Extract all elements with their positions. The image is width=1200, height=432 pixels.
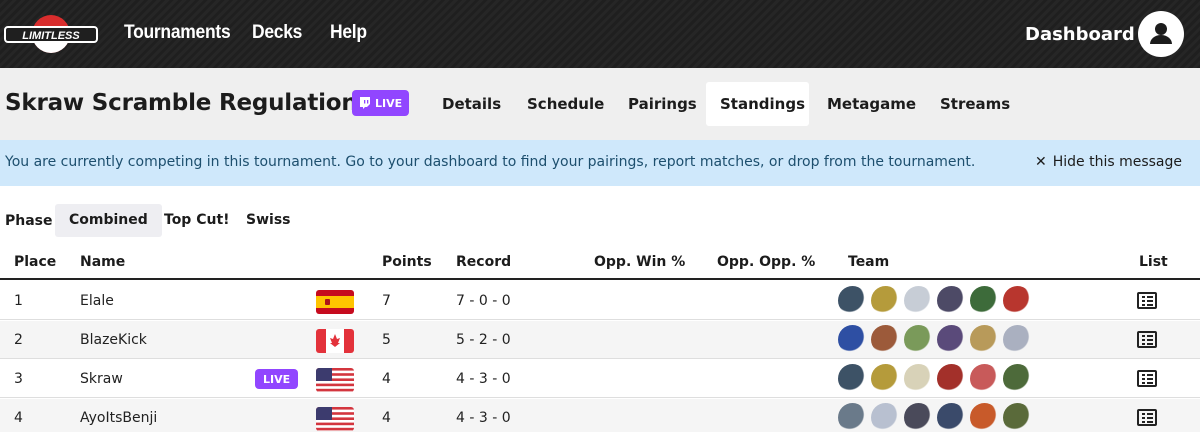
svg-text:LIMITLESS: LIMITLESS xyxy=(22,30,80,42)
close-icon: ✕ xyxy=(1034,154,1047,170)
record-cell: 4 - 3 - 0 xyxy=(456,371,511,387)
record-cell: 4 - 3 - 0 xyxy=(456,410,511,426)
tab-metagame[interactable]: Metagame xyxy=(813,82,930,126)
record-cell: 7 - 0 - 0 xyxy=(456,293,511,309)
header-name[interactable]: Name xyxy=(80,254,125,270)
pokemon-sprite-icon xyxy=(970,286,999,315)
user-icon xyxy=(1150,23,1172,44)
decklist-icon[interactable] xyxy=(1137,370,1157,387)
player-name-link[interactable]: AyoItsBenji xyxy=(80,410,157,426)
phase-label: Phase xyxy=(5,213,53,229)
pokemon-sprite-icon xyxy=(838,286,867,315)
pokemon-sprite-icon xyxy=(970,325,999,354)
header-opp-opp[interactable]: Opp. Opp. % xyxy=(717,254,815,270)
pokemon-sprite-icon xyxy=(937,325,966,354)
table-row: 4 AyoItsBenji 4 4 - 3 - 0 xyxy=(0,399,1200,432)
pokemon-sprite-icon xyxy=(937,364,966,393)
pokemon-sprite-icon xyxy=(904,364,933,393)
pokemon-sprite-icon xyxy=(1003,286,1032,315)
tournament-title: Skraw Scramble Regulation I! xyxy=(5,90,385,116)
decklist-icon[interactable] xyxy=(1137,292,1157,309)
team-sprites xyxy=(838,325,1032,355)
tab-details[interactable]: Details xyxy=(428,82,515,126)
phase-topcut-button[interactable]: Top Cut! xyxy=(150,204,244,237)
player-name-link[interactable]: Skraw xyxy=(80,371,123,387)
phase-swiss-button[interactable]: Swiss xyxy=(232,204,304,237)
nav-decks[interactable]: Decks xyxy=(252,22,302,44)
header-opp-win[interactable]: Opp. Win % xyxy=(594,254,685,270)
tab-streams[interactable]: Streams xyxy=(926,82,1024,126)
limitless-logo[interactable]: LIMITLESS xyxy=(4,12,98,56)
pokemon-sprite-icon xyxy=(1003,364,1032,393)
live-stream-badge[interactable]: LIVE xyxy=(352,90,410,116)
top-navbar: LIMITLESS Tournaments Decks Help Dashboa… xyxy=(0,0,1200,68)
table-header-row: Place Name Points Record Opp. Win % Opp.… xyxy=(0,246,1200,280)
team-sprites xyxy=(838,403,1032,432)
pokemon-sprite-icon xyxy=(937,403,966,432)
user-avatar-button[interactable] xyxy=(1138,11,1184,57)
place-cell: 2 xyxy=(14,332,23,348)
pokemon-sprite-icon xyxy=(904,325,933,354)
table-row: 1 Elale 7 7 - 0 - 0 xyxy=(0,282,1200,320)
spain-flag-icon xyxy=(316,290,354,314)
player-name-link[interactable]: BlazeKick xyxy=(80,332,147,348)
pokemon-sprite-icon xyxy=(1003,403,1032,432)
table-row: 3 Skraw LIVE 4 4 - 3 - 0 xyxy=(0,360,1200,398)
nav-help[interactable]: Help xyxy=(330,22,367,44)
header-points[interactable]: Points xyxy=(382,254,432,270)
live-label: LIVE xyxy=(375,96,403,110)
team-sprites xyxy=(838,286,1032,316)
hide-message-label: Hide this message xyxy=(1052,154,1182,170)
tab-schedule[interactable]: Schedule xyxy=(513,82,618,126)
decklist-icon[interactable] xyxy=(1137,331,1157,348)
pokemon-sprite-icon xyxy=(1003,325,1032,354)
pokemon-sprite-icon xyxy=(970,403,999,432)
twitch-icon xyxy=(360,97,370,109)
dashboard-link[interactable]: Dashboard xyxy=(1025,24,1135,45)
place-cell: 4 xyxy=(14,410,23,426)
pokemon-sprite-icon xyxy=(838,325,867,354)
pokemon-sprite-icon xyxy=(838,364,867,393)
place-cell: 1 xyxy=(14,293,23,309)
header-team: Team xyxy=(848,254,890,270)
pokemon-sprite-icon xyxy=(871,364,900,393)
place-cell: 3 xyxy=(14,371,23,387)
hide-message-button[interactable]: ✕ Hide this message xyxy=(1035,154,1182,170)
alert-message: You are currently competing in this tour… xyxy=(5,154,976,170)
pokemon-sprite-icon xyxy=(871,403,900,432)
pokemon-sprite-icon xyxy=(904,286,933,315)
tab-standings[interactable]: Standings xyxy=(706,82,809,126)
nav-tournaments[interactable]: Tournaments xyxy=(124,22,231,44)
points-cell: 7 xyxy=(382,293,391,309)
record-cell: 5 - 2 - 0 xyxy=(456,332,511,348)
header-record[interactable]: Record xyxy=(456,254,511,270)
player-live-badge[interactable]: LIVE xyxy=(255,369,299,389)
pokemon-sprite-icon xyxy=(871,325,900,354)
usa-flag-icon xyxy=(316,407,354,431)
header-place[interactable]: Place xyxy=(14,254,56,270)
pokemon-sprite-icon xyxy=(838,403,867,432)
header-list: List xyxy=(1139,254,1168,270)
pokemon-sprite-icon xyxy=(937,286,966,315)
player-name-link[interactable]: Elale xyxy=(80,293,114,309)
points-cell: 4 xyxy=(382,410,391,426)
competing-alert: You are currently competing in this tour… xyxy=(0,140,1200,186)
canada-flag-icon xyxy=(316,329,354,353)
points-cell: 5 xyxy=(382,332,391,348)
pokemon-sprite-icon xyxy=(871,286,900,315)
tab-pairings[interactable]: Pairings xyxy=(614,82,711,126)
phase-combined-button[interactable]: Combined xyxy=(55,204,162,237)
table-row: 2 BlazeKick 5 5 - 2 - 0 xyxy=(0,321,1200,359)
points-cell: 4 xyxy=(382,371,391,387)
pokemon-sprite-icon xyxy=(904,403,933,432)
tournament-header: Skraw Scramble Regulation I! LIVE Detail… xyxy=(0,68,1200,140)
usa-flag-icon xyxy=(316,368,354,392)
decklist-icon[interactable] xyxy=(1137,409,1157,426)
team-sprites xyxy=(838,364,1032,394)
pokemon-sprite-icon xyxy=(970,364,999,393)
